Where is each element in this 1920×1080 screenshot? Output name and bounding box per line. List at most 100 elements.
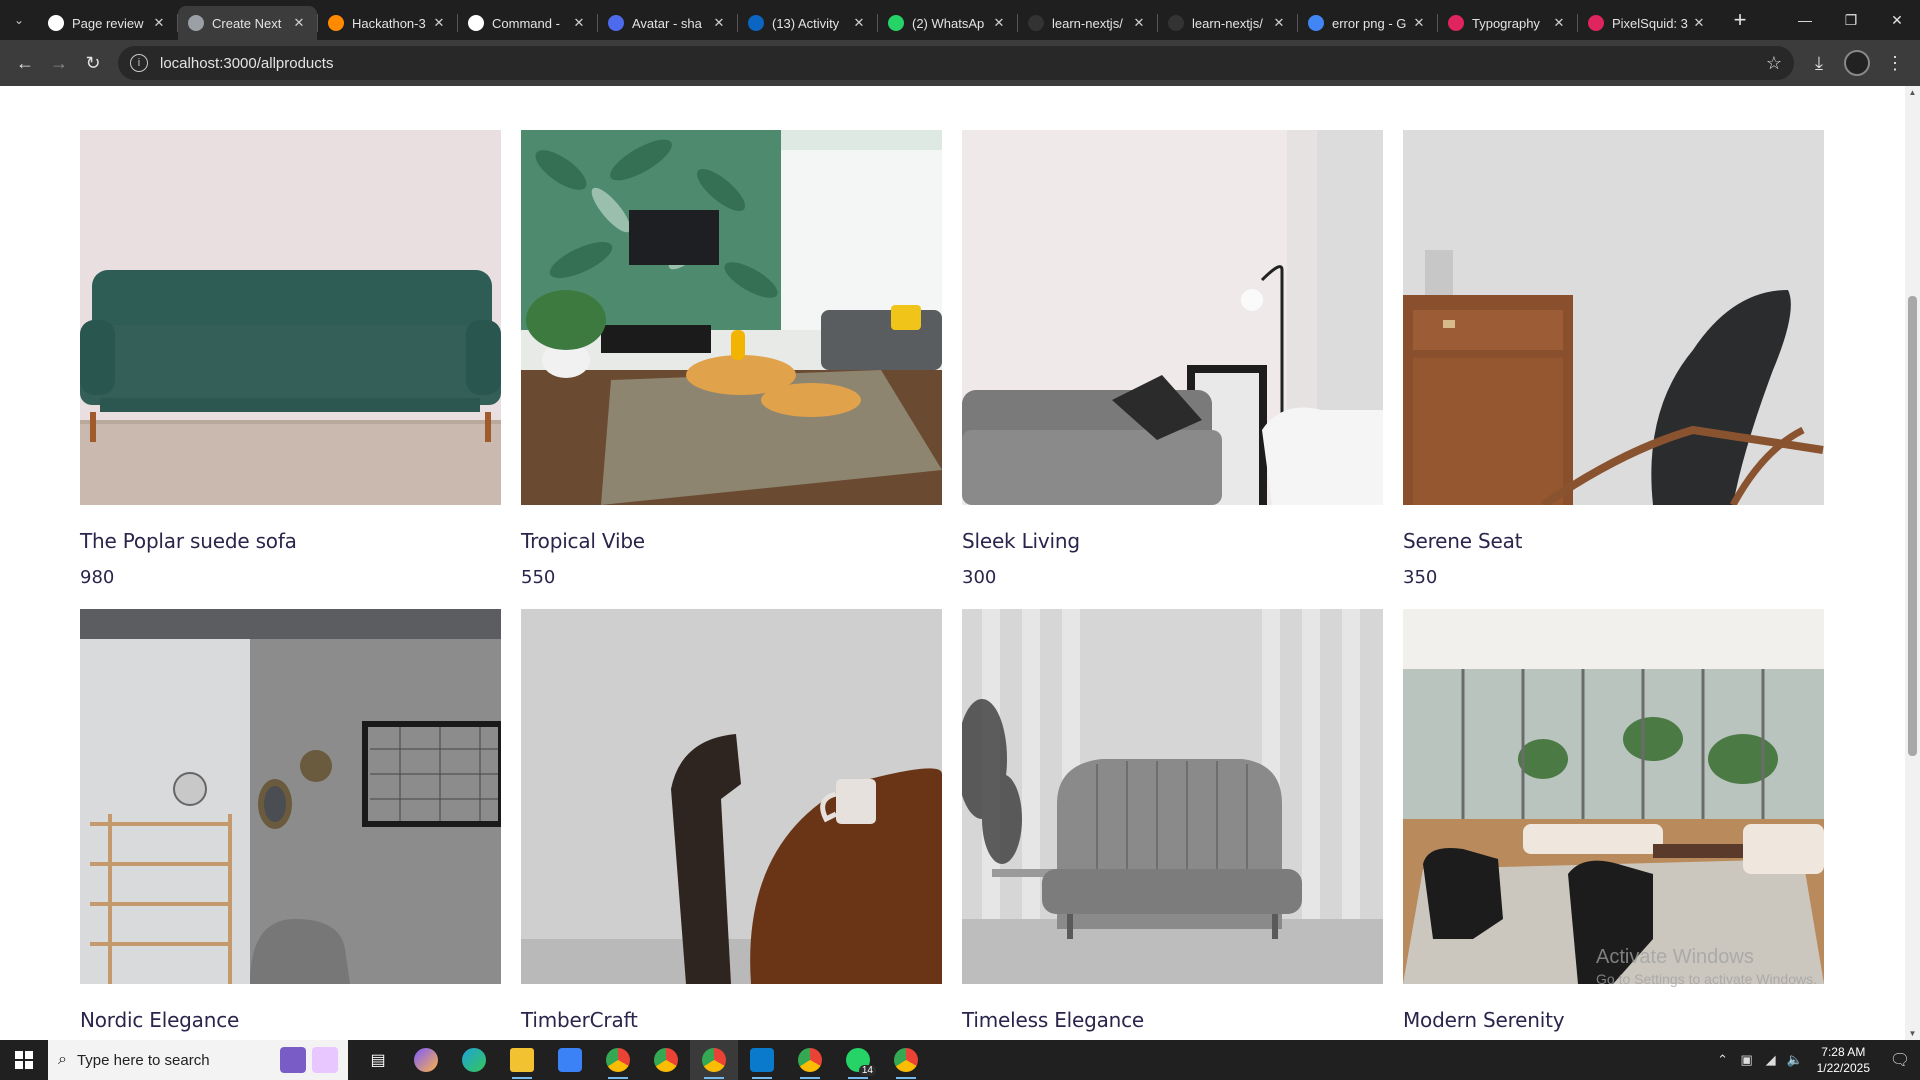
- close-tab-icon[interactable]: ✕: [151, 15, 167, 31]
- meet-now-icon[interactable]: ▣: [1735, 1052, 1759, 1068]
- whatsapp-button[interactable]: 14: [834, 1040, 882, 1080]
- new-tab-button[interactable]: +: [1723, 3, 1757, 37]
- browser-tab[interactable]: error png - G ✕: [1298, 6, 1437, 40]
- store-button[interactable]: [546, 1040, 594, 1080]
- taskbar-search[interactable]: ⌕ Type here to search: [48, 1040, 348, 1080]
- close-tab-icon[interactable]: ✕: [1691, 15, 1707, 31]
- chrome-button-3[interactable]: [786, 1040, 834, 1080]
- product-card[interactable]: Serene Seat 350: [1403, 130, 1824, 588]
- volume-icon[interactable]: 🔈: [1783, 1052, 1807, 1068]
- product-card[interactable]: The Poplar suede sofa 980: [80, 130, 501, 588]
- task-view-button[interactable]: ▤: [354, 1040, 402, 1080]
- copilot-button[interactable]: [402, 1040, 450, 1080]
- url-text: localhost:3000/allproducts: [160, 54, 334, 72]
- file-explorer-button[interactable]: [498, 1040, 546, 1080]
- product-name[interactable]: Serene Seat: [1403, 529, 1824, 553]
- browser-tab[interactable]: PixelSquid: 3 ✕: [1578, 6, 1717, 40]
- product-name[interactable]: Sleek Living: [962, 529, 1383, 553]
- running-indicator: [800, 1077, 820, 1079]
- bookmark-star-icon[interactable]: ☆: [1766, 53, 1782, 74]
- product-image[interactable]: [80, 609, 501, 984]
- chevron-up-icon[interactable]: ⌃: [1711, 1052, 1735, 1068]
- product-image[interactable]: [521, 130, 942, 505]
- product-card[interactable]: Nordic Elegance: [80, 609, 501, 1032]
- network-icon[interactable]: ◢: [1759, 1052, 1783, 1068]
- reload-button[interactable]: ↻: [76, 46, 110, 80]
- close-tab-icon[interactable]: ✕: [1271, 15, 1287, 31]
- scrollbar-thumb[interactable]: [1908, 296, 1917, 756]
- product-name[interactable]: Timeless Elegance: [962, 1008, 1383, 1032]
- browser-tab[interactable]: Avatar - sha ✕: [598, 6, 737, 40]
- close-tab-icon[interactable]: ✕: [571, 15, 587, 31]
- restore-button[interactable]: ❐: [1828, 0, 1874, 40]
- product-image[interactable]: [962, 130, 1383, 505]
- browser-tab[interactable]: Command - ✕: [458, 6, 597, 40]
- notification-icon[interactable]: 🗨: [1880, 1040, 1920, 1080]
- chrome-icon: [702, 1048, 726, 1072]
- browser-tab[interactable]: (2) WhatsAp ✕: [878, 6, 1017, 40]
- product-card[interactable]: Timeless Elegance: [962, 609, 1383, 1032]
- chrome-button-4[interactable]: [882, 1040, 930, 1080]
- close-tab-icon[interactable]: ✕: [711, 15, 727, 31]
- close-window-button[interactable]: ✕: [1874, 0, 1920, 40]
- menu-kebab-icon[interactable]: ⋮: [1878, 46, 1912, 80]
- product-image[interactable]: [1403, 609, 1824, 984]
- browser-tab[interactable]: learn-nextjs/ ✕: [1158, 6, 1297, 40]
- scroll-down-arrow-icon[interactable]: ▼: [1908, 1029, 1917, 1038]
- clock-time: 7:28 AM: [1821, 1045, 1866, 1059]
- product-name[interactable]: Nordic Elegance: [80, 1008, 501, 1032]
- close-tab-icon[interactable]: ✕: [1411, 15, 1427, 31]
- close-tab-icon[interactable]: ✕: [1131, 15, 1147, 31]
- start-button[interactable]: [0, 1040, 48, 1080]
- back-button[interactable]: ←: [8, 46, 42, 80]
- tab-title: Page review: [72, 15, 144, 31]
- profile-avatar[interactable]: [1844, 50, 1870, 76]
- browser-tab[interactable]: Hackathon-3 ✕: [318, 6, 457, 40]
- product-card[interactable]: Tropical Vibe 550: [521, 130, 942, 588]
- page-scrollbar[interactable]: ▲ ▼: [1905, 86, 1920, 1040]
- product-image[interactable]: [521, 609, 942, 984]
- globe-icon: [188, 15, 204, 31]
- browser-tab[interactable]: Page review ✕: [38, 6, 177, 40]
- product-image[interactable]: [1403, 130, 1824, 505]
- address-bar[interactable]: i localhost:3000/allproducts ☆: [118, 46, 1794, 80]
- browser-tab[interactable]: Typography ✕: [1438, 6, 1577, 40]
- chrome-icon: [894, 1048, 918, 1072]
- product-image[interactable]: [80, 130, 501, 505]
- browser-tab[interactable]: learn-nextjs/ ✕: [1018, 6, 1157, 40]
- forward-button[interactable]: →: [42, 46, 76, 80]
- edge-button[interactable]: [450, 1040, 498, 1080]
- product-card[interactable]: TimberCraft: [521, 609, 942, 1032]
- browser-tab[interactable]: Create Next ✕: [178, 6, 317, 40]
- chrome-button-active[interactable]: [690, 1040, 738, 1080]
- clock[interactable]: 7:28 AM 1/22/2025: [1807, 1044, 1880, 1076]
- product-name[interactable]: The Poplar suede sofa: [80, 529, 501, 553]
- tab-title: Avatar - sha: [632, 15, 702, 31]
- site-info-icon[interactable]: i: [130, 54, 148, 72]
- running-indicator: [704, 1077, 724, 1079]
- product-name[interactable]: Modern Serenity: [1403, 1008, 1824, 1032]
- close-tab-icon[interactable]: ✕: [991, 15, 1007, 31]
- pixelsquid-icon: [1588, 15, 1604, 31]
- product-name[interactable]: TimberCraft: [521, 1008, 942, 1032]
- close-tab-icon[interactable]: ✕: [291, 15, 307, 31]
- chrome-button-2[interactable]: [642, 1040, 690, 1080]
- tab-title: learn-nextjs/: [1052, 15, 1123, 31]
- vscode-button[interactable]: [738, 1040, 786, 1080]
- close-tab-icon[interactable]: ✕: [851, 15, 867, 31]
- product-name[interactable]: Tropical Vibe: [521, 529, 942, 553]
- scroll-up-arrow-icon[interactable]: ▲: [1908, 88, 1917, 97]
- chrome-button-1[interactable]: [594, 1040, 642, 1080]
- product-price: 300: [962, 567, 997, 588]
- product-card[interactable]: Sleek Living 300: [962, 130, 1383, 588]
- download-icon[interactable]: ⤓: [1802, 46, 1836, 80]
- browser-tab[interactable]: (13) Activity ✕: [738, 6, 877, 40]
- close-tab-icon[interactable]: ✕: [431, 15, 447, 31]
- tab-title: learn-nextjs/: [1192, 15, 1263, 31]
- tab-title: Command -: [492, 15, 560, 31]
- tab-search-button[interactable]: ⌄: [0, 0, 38, 40]
- close-tab-icon[interactable]: ✕: [1551, 15, 1567, 31]
- tab-title: (13) Activity: [772, 15, 840, 31]
- product-image[interactable]: [962, 609, 1383, 984]
- minimize-button[interactable]: —: [1782, 0, 1828, 40]
